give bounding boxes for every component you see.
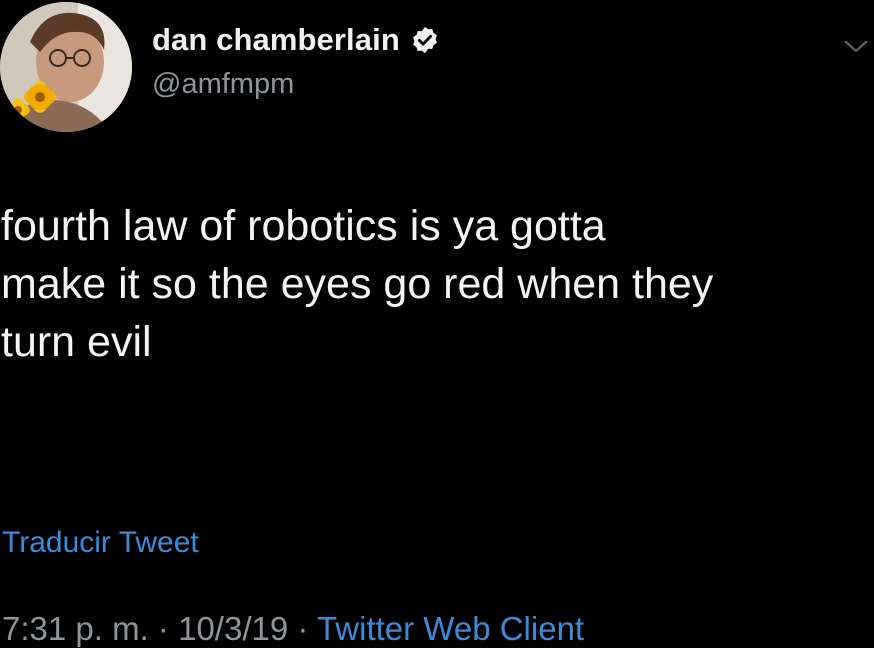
meta-separator: · [297, 610, 309, 647]
tweet-metadata: 7:31 p. m. · 10/3/19 · Twitter Web Clien… [2, 610, 584, 648]
avatar[interactable] [0, 2, 132, 132]
tweet-header: dan chamberlain @amfmpm [152, 22, 440, 101]
verified-badge-icon [410, 25, 440, 55]
meta-separator: · [157, 610, 169, 647]
translate-tweet-link[interactable]: Traducir Tweet [2, 526, 199, 560]
tweet-date[interactable]: 10/3/19 [178, 610, 288, 647]
tweet-card: dan chamberlain @amfmpm fourth law of ro… [0, 0, 874, 647]
display-name[interactable]: dan chamberlain [152, 22, 400, 58]
tweet-time[interactable]: 7:31 p. m. [2, 610, 149, 647]
tweet-body-text: fourth law of robotics is ya gotta make … [1, 202, 714, 366]
tweet-source-link[interactable]: Twitter Web Client [317, 610, 584, 647]
chevron-down-icon[interactable] [842, 36, 870, 58]
user-handle[interactable]: @amfmpm [152, 68, 440, 101]
profile-photo-image [0, 2, 132, 132]
name-row: dan chamberlain [152, 22, 440, 58]
